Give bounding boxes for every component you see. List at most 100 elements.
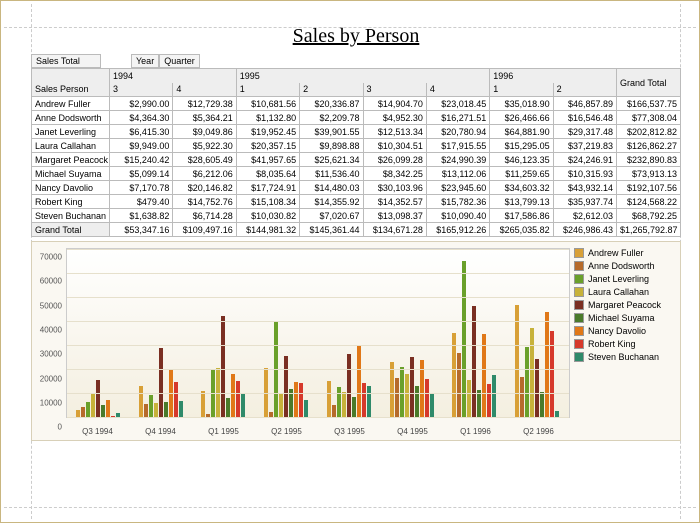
chart-plot-wrap: Q3 1994Q4 1994Q1 1995Q2 1995Q3 1995Q4 19… bbox=[66, 242, 570, 440]
quarter-header[interactable]: 3 bbox=[110, 83, 173, 97]
value-cell: $20,146.82 bbox=[173, 181, 236, 195]
table-row: Michael Suyama$5,099.14$6,212.06$8,035.6… bbox=[32, 167, 681, 181]
legend-label: Michael Suyama bbox=[588, 313, 655, 323]
bar-group bbox=[67, 249, 130, 417]
value-cell: $9,898.88 bbox=[300, 139, 363, 153]
value-cell: $25,621.34 bbox=[300, 153, 363, 167]
table-row: Steven Buchanan$1,638.82$6,714.28$10,030… bbox=[32, 209, 681, 223]
table-row: Janet Leverling$6,415.30$9,049.86$19,952… bbox=[32, 125, 681, 139]
legend-swatch bbox=[574, 248, 584, 258]
value-cell: $2,209.78 bbox=[300, 111, 363, 125]
value-cell: $30,103.96 bbox=[363, 181, 426, 195]
bar bbox=[284, 356, 288, 417]
x-tick: Q4 1995 bbox=[381, 427, 444, 436]
col-total-cell: $265,035.82 bbox=[490, 223, 553, 237]
year-header[interactable]: 1995 bbox=[236, 69, 490, 83]
bar bbox=[425, 379, 429, 417]
page-title: Sales by Person bbox=[31, 25, 681, 48]
quarter-header[interactable]: 2 bbox=[300, 83, 363, 97]
value-cell: $46,857.89 bbox=[553, 97, 616, 111]
person-cell: Robert King bbox=[32, 195, 110, 209]
legend-label: Janet Leverling bbox=[588, 274, 649, 284]
person-cell: Nancy Davolio bbox=[32, 181, 110, 195]
legend-swatch bbox=[574, 326, 584, 336]
quarter-header[interactable]: 1 bbox=[236, 83, 299, 97]
bar bbox=[327, 381, 331, 417]
chart-plot bbox=[66, 248, 570, 418]
value-cell: $37,219.83 bbox=[553, 139, 616, 153]
value-cell: $6,714.28 bbox=[173, 209, 236, 223]
value-cell: $64,881.90 bbox=[490, 125, 553, 139]
col-total-cell: $145,361.44 bbox=[300, 223, 363, 237]
value-cell: $35,937.74 bbox=[553, 195, 616, 209]
quarter-header[interactable]: 2 bbox=[553, 83, 616, 97]
value-cell: $10,315.93 bbox=[553, 167, 616, 181]
bar bbox=[164, 402, 168, 417]
bar bbox=[76, 410, 80, 417]
value-cell: $4,952.30 bbox=[363, 111, 426, 125]
quarter-field[interactable]: Quarter bbox=[159, 54, 200, 68]
table-row: Laura Callahan$9,949.00$5,922.30$20,357.… bbox=[32, 139, 681, 153]
legend-label: Andrew Fuller bbox=[588, 248, 644, 258]
bar bbox=[410, 357, 414, 417]
bar bbox=[477, 390, 481, 417]
bar bbox=[304, 400, 308, 417]
legend-swatch bbox=[574, 287, 584, 297]
legend-label: Steven Buchanan bbox=[588, 352, 659, 362]
value-cell: $6,212.06 bbox=[173, 167, 236, 181]
bar bbox=[390, 362, 394, 417]
row-total-cell: $126,862.27 bbox=[617, 139, 681, 153]
value-cell: $1,638.82 bbox=[110, 209, 173, 223]
value-cell: $20,357.15 bbox=[236, 139, 299, 153]
year-field[interactable]: Year bbox=[131, 54, 159, 68]
row-total-cell: $68,792.25 bbox=[617, 209, 681, 223]
col-total-cell: $134,671.28 bbox=[363, 223, 426, 237]
x-tick: Q3 1994 bbox=[66, 427, 129, 436]
row-field-header[interactable]: Sales Person bbox=[32, 83, 110, 97]
value-cell: $7,170.78 bbox=[110, 181, 173, 195]
bar-group bbox=[130, 249, 193, 417]
legend-label: Anne Dodsworth bbox=[588, 261, 655, 271]
value-cell: $2,612.03 bbox=[553, 209, 616, 223]
value-cell: $1,132.80 bbox=[236, 111, 299, 125]
legend-swatch bbox=[574, 261, 584, 271]
table-row: Anne Dodsworth$4,364.30$5,364.21$1,132.8… bbox=[32, 111, 681, 125]
year-header[interactable]: 1994 bbox=[110, 69, 237, 83]
col-total-cell: $246,986.43 bbox=[553, 223, 616, 237]
value-cell: $20,336.87 bbox=[300, 97, 363, 111]
bar-group bbox=[255, 249, 318, 417]
bar bbox=[226, 398, 230, 417]
col-total-cell: $53,347.16 bbox=[110, 223, 173, 237]
quarter-header[interactable]: 3 bbox=[363, 83, 426, 97]
value-cell: $7,020.67 bbox=[300, 209, 363, 223]
legend-item: Steven Buchanan bbox=[574, 352, 676, 362]
legend-item: Michael Suyama bbox=[574, 313, 676, 323]
y-tick: 10000 bbox=[40, 398, 62, 407]
value-cell: $26,099.28 bbox=[363, 153, 426, 167]
quarter-header[interactable]: 4 bbox=[426, 83, 489, 97]
measure-field[interactable]: Sales Total bbox=[31, 54, 101, 68]
value-cell: $15,240.42 bbox=[110, 153, 173, 167]
quarter-header[interactable]: 4 bbox=[173, 83, 236, 97]
bar bbox=[430, 393, 434, 417]
legend-label: Laura Callahan bbox=[588, 287, 649, 297]
value-cell: $39,901.55 bbox=[300, 125, 363, 139]
bar bbox=[405, 374, 409, 417]
value-cell: $2,990.00 bbox=[110, 97, 173, 111]
value-cell: $13,799.13 bbox=[490, 195, 553, 209]
bar bbox=[472, 306, 476, 417]
bar bbox=[231, 374, 235, 417]
y-tick: 20000 bbox=[40, 374, 62, 383]
year-header[interactable]: 1996 bbox=[490, 69, 617, 83]
y-tick: 70000 bbox=[40, 253, 62, 262]
bar bbox=[139, 386, 143, 417]
y-tick: 60000 bbox=[40, 277, 62, 286]
value-cell: $19,952.45 bbox=[236, 125, 299, 139]
quarter-header[interactable]: 1 bbox=[490, 83, 553, 97]
value-cell: $5,364.21 bbox=[173, 111, 236, 125]
x-tick: Q3 1995 bbox=[318, 427, 381, 436]
value-cell: $26,466.66 bbox=[490, 111, 553, 125]
row-total-cell: $124,568.22 bbox=[617, 195, 681, 209]
y-tick: 30000 bbox=[40, 350, 62, 359]
value-cell: $11,259.65 bbox=[490, 167, 553, 181]
